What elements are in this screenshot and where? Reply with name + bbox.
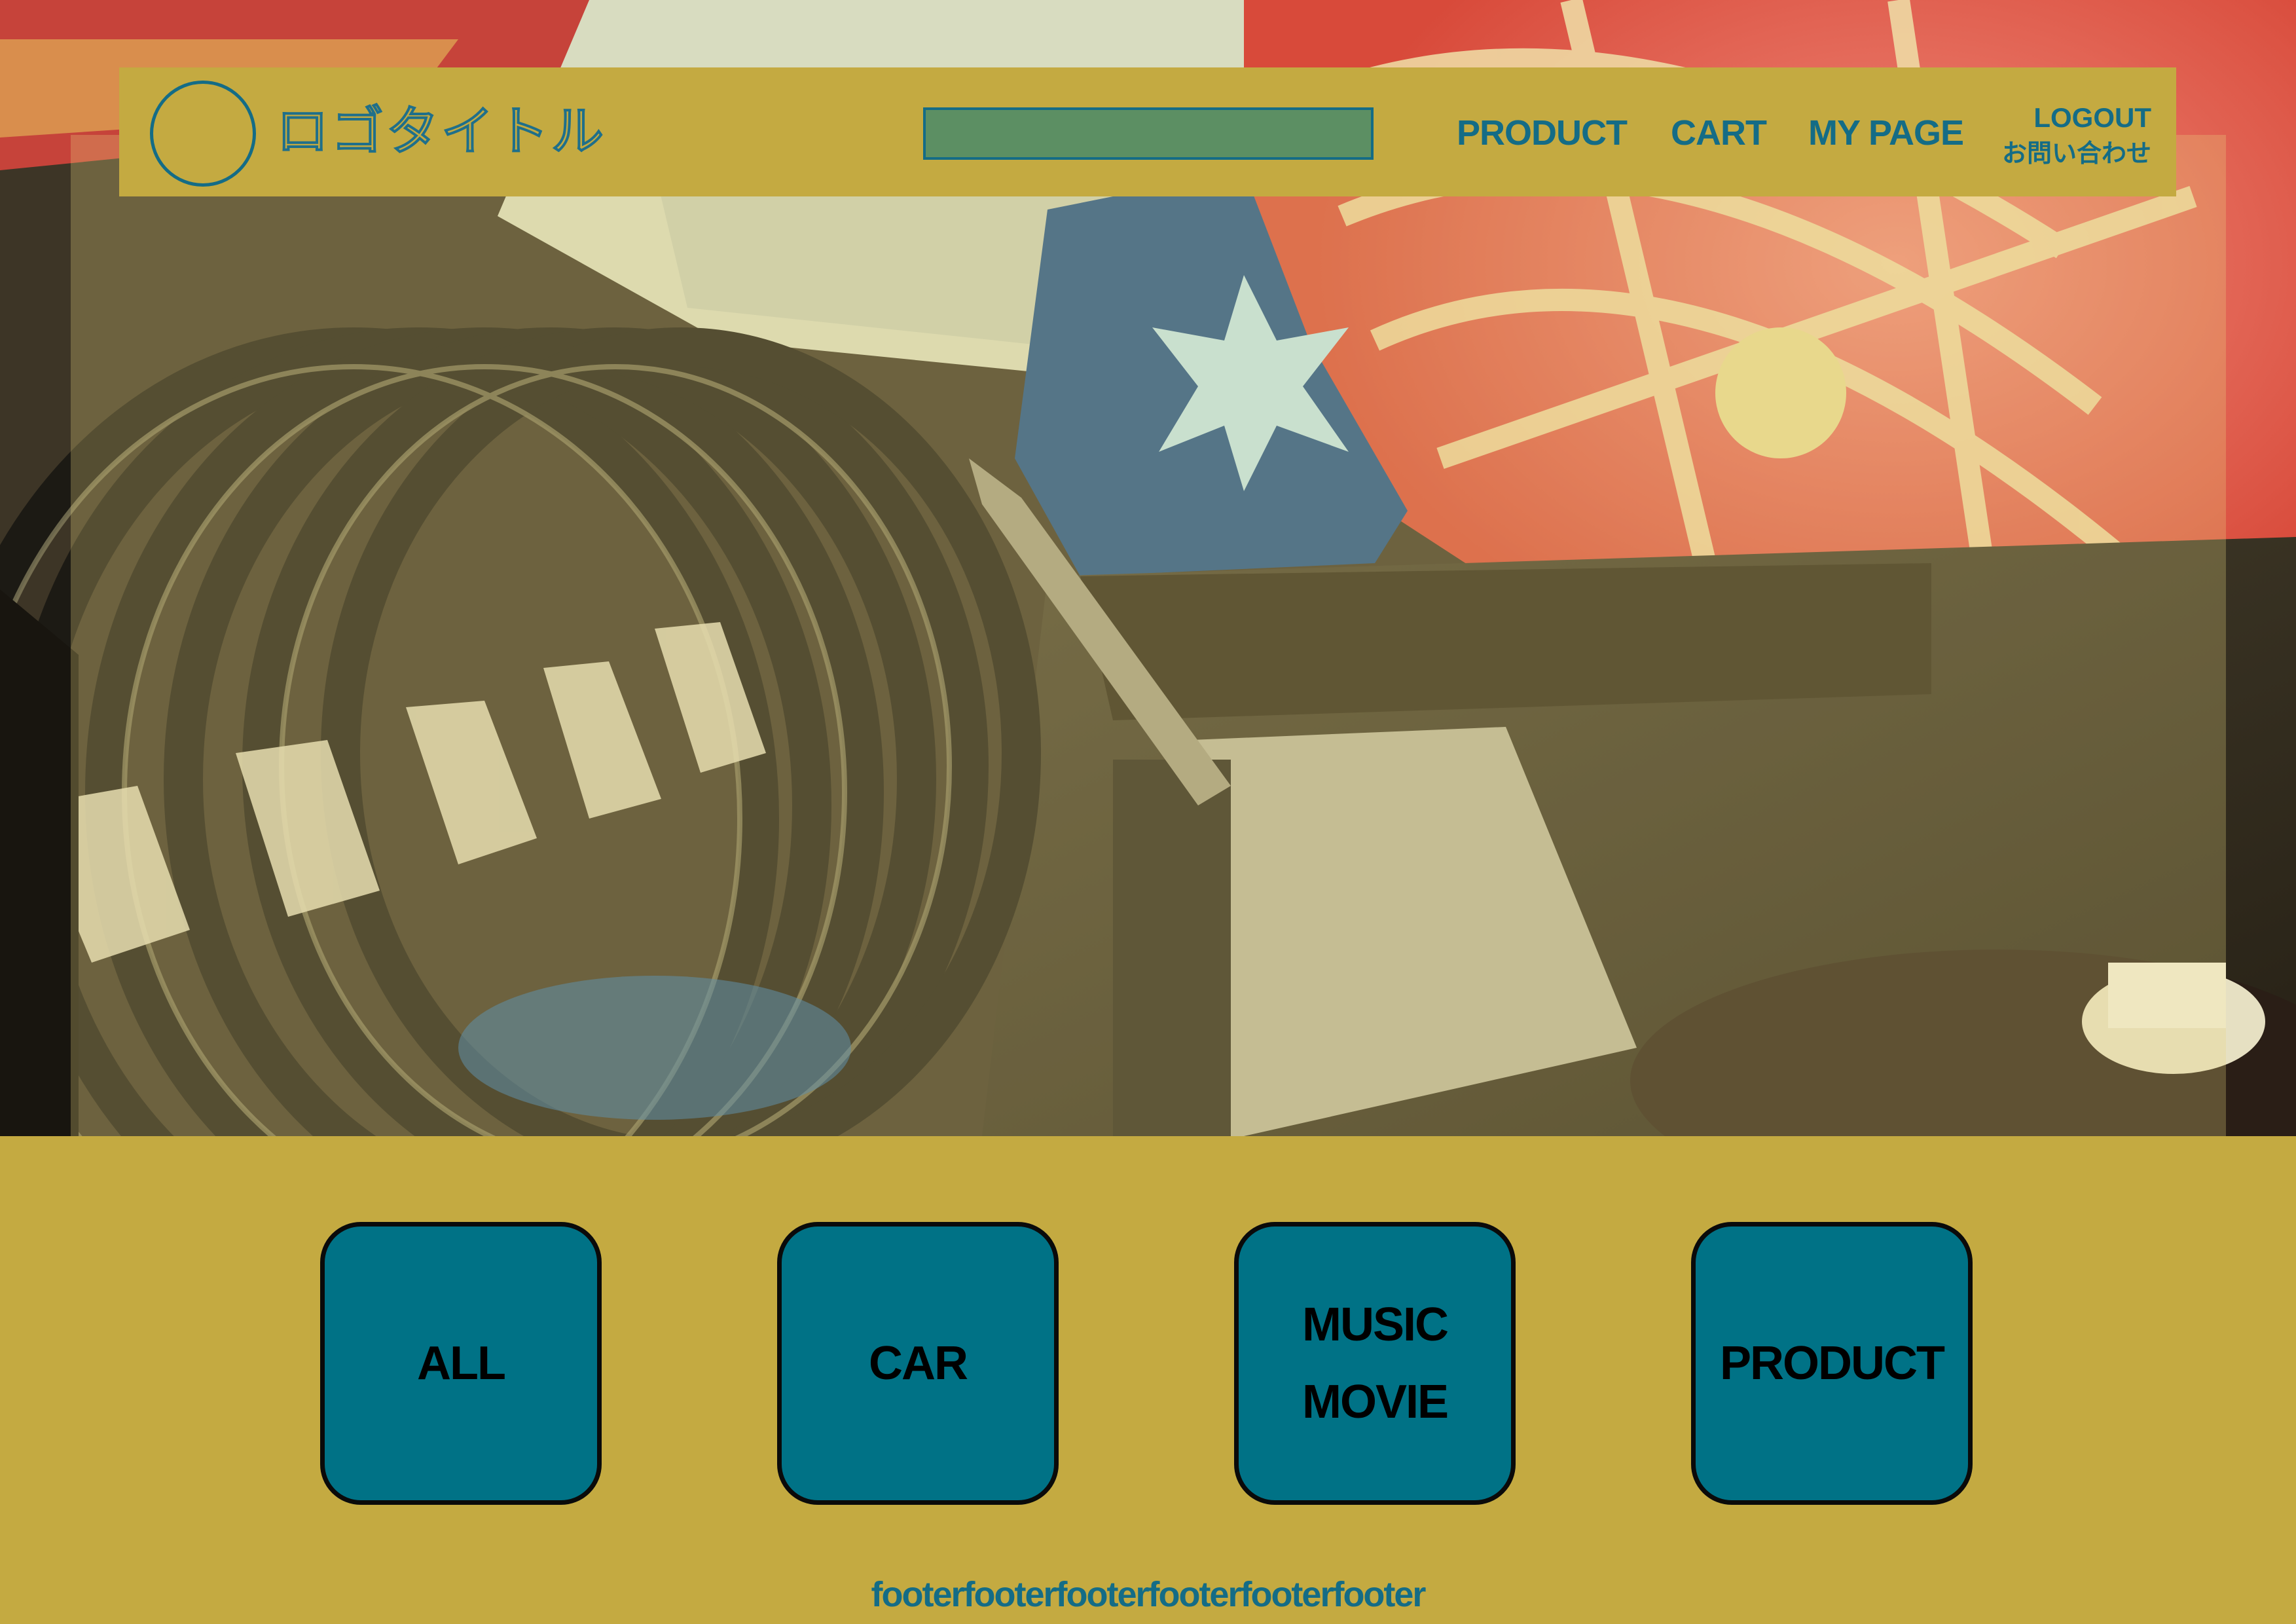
logo-icon[interactable] [150,81,256,187]
category-movie-label: MOVIE [1302,1376,1449,1428]
footer-text: footerfooterfooterfooterfooterfooter [871,1575,1427,1614]
nav-logout-link[interactable]: LOGOUT [2033,100,2151,136]
logo-title[interactable]: ロゴタイトル [275,99,606,164]
category-music-movie-button[interactable]: MUSIC MOVIE [1234,1222,1516,1505]
search-input[interactable] [923,107,1374,160]
nav-product-link[interactable]: PRODUCT [1457,110,1628,156]
category-all-button[interactable]: ALL [320,1222,602,1505]
category-car-label: CAR [869,1337,968,1390]
hero-overlay [71,135,2226,1136]
category-product-label: PRODUCT [1720,1337,1945,1390]
category-product-button[interactable]: PRODUCT [1691,1222,1973,1505]
category-music-label: MUSIC [1302,1299,1449,1351]
nav-my-page-link[interactable]: MY PAGE [1808,110,1964,156]
nav-cart-link[interactable]: CART [1671,110,1767,156]
category-car-button[interactable]: CAR [777,1222,1059,1505]
site-header: ロゴタイトル PRODUCT CART MY PAGE LOGOUT お問い合わ… [119,67,2176,196]
nav-contact-link[interactable]: お問い合わせ [2002,136,2151,171]
category-all-label: ALL [417,1337,506,1390]
